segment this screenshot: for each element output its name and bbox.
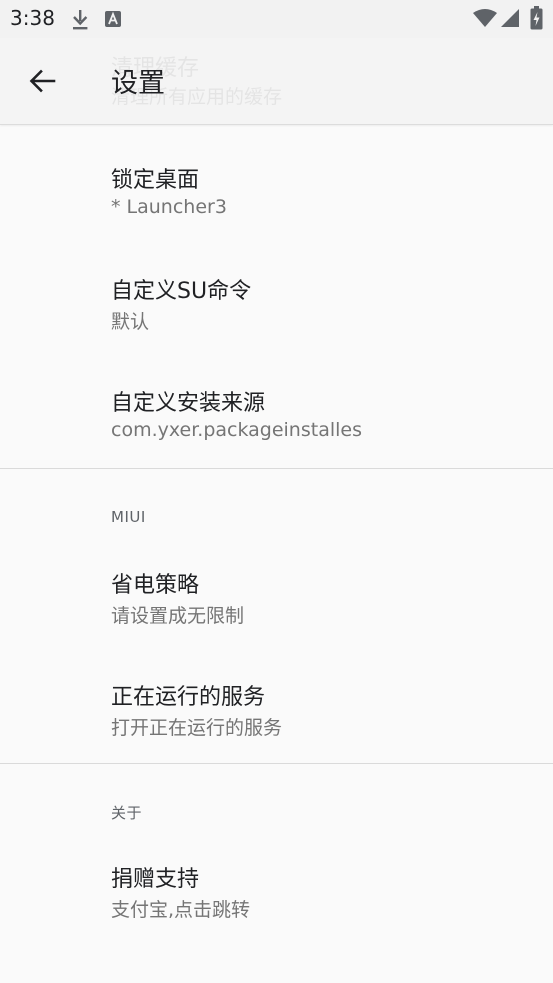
back-button[interactable]: [22, 60, 64, 102]
pref-summary: 请设置成无限制: [111, 605, 245, 627]
wifi-icon: [473, 9, 497, 27]
pref-summary: 默认: [111, 311, 150, 333]
category-header-about: 关于: [111, 804, 143, 822]
pref-title: 自定义SU命令: [111, 279, 252, 304]
pref-summary: 支付宝,点击跳转: [111, 899, 251, 921]
pref-summary: * Launcher3: [111, 196, 227, 218]
pref-title: 捐赠支持: [111, 867, 200, 892]
pref-title: 正在运行的服务: [111, 685, 266, 710]
page-title: 设置: [111, 68, 165, 99]
section-divider: [0, 763, 553, 764]
app-bar: 清理缓存 清理所有应用的缓存 设置: [0, 38, 553, 125]
pref-title: 省电策略: [111, 573, 200, 598]
section-divider: [0, 468, 553, 469]
arrow-back-icon: [29, 69, 56, 93]
pref-running-services[interactable]: 正在运行的服务 打开正在运行的服务: [0, 679, 553, 789]
pref-donate[interactable]: 捐赠支持 支付宝,点击跳转: [0, 861, 553, 971]
pref-summary: 打开正在运行的服务: [111, 717, 283, 739]
battery-charging-icon: [530, 6, 543, 30]
status-bar: 3:38: [0, 0, 553, 38]
download-icon: [73, 10, 88, 30]
pref-custom-install-source[interactable]: 自定义安装来源 com.yxer.packageinstalles: [0, 385, 553, 495]
pref-lock-launcher[interactable]: 锁定桌面 * Launcher3: [0, 162, 553, 272]
pref-title: 锁定桌面: [111, 168, 200, 193]
pref-battery-policy[interactable]: 省电策略 请设置成无限制: [0, 567, 553, 677]
pref-custom-su-command[interactable]: 自定义SU命令 默认: [0, 273, 553, 383]
status-time: 3:38: [10, 6, 55, 30]
pref-summary: com.yxer.packageinstalles: [111, 419, 362, 441]
font-icon: [105, 11, 121, 27]
category-header-miui: MIUI: [111, 508, 146, 526]
signal-icon: [501, 9, 519, 27]
pref-title: 自定义安装来源: [111, 391, 266, 416]
